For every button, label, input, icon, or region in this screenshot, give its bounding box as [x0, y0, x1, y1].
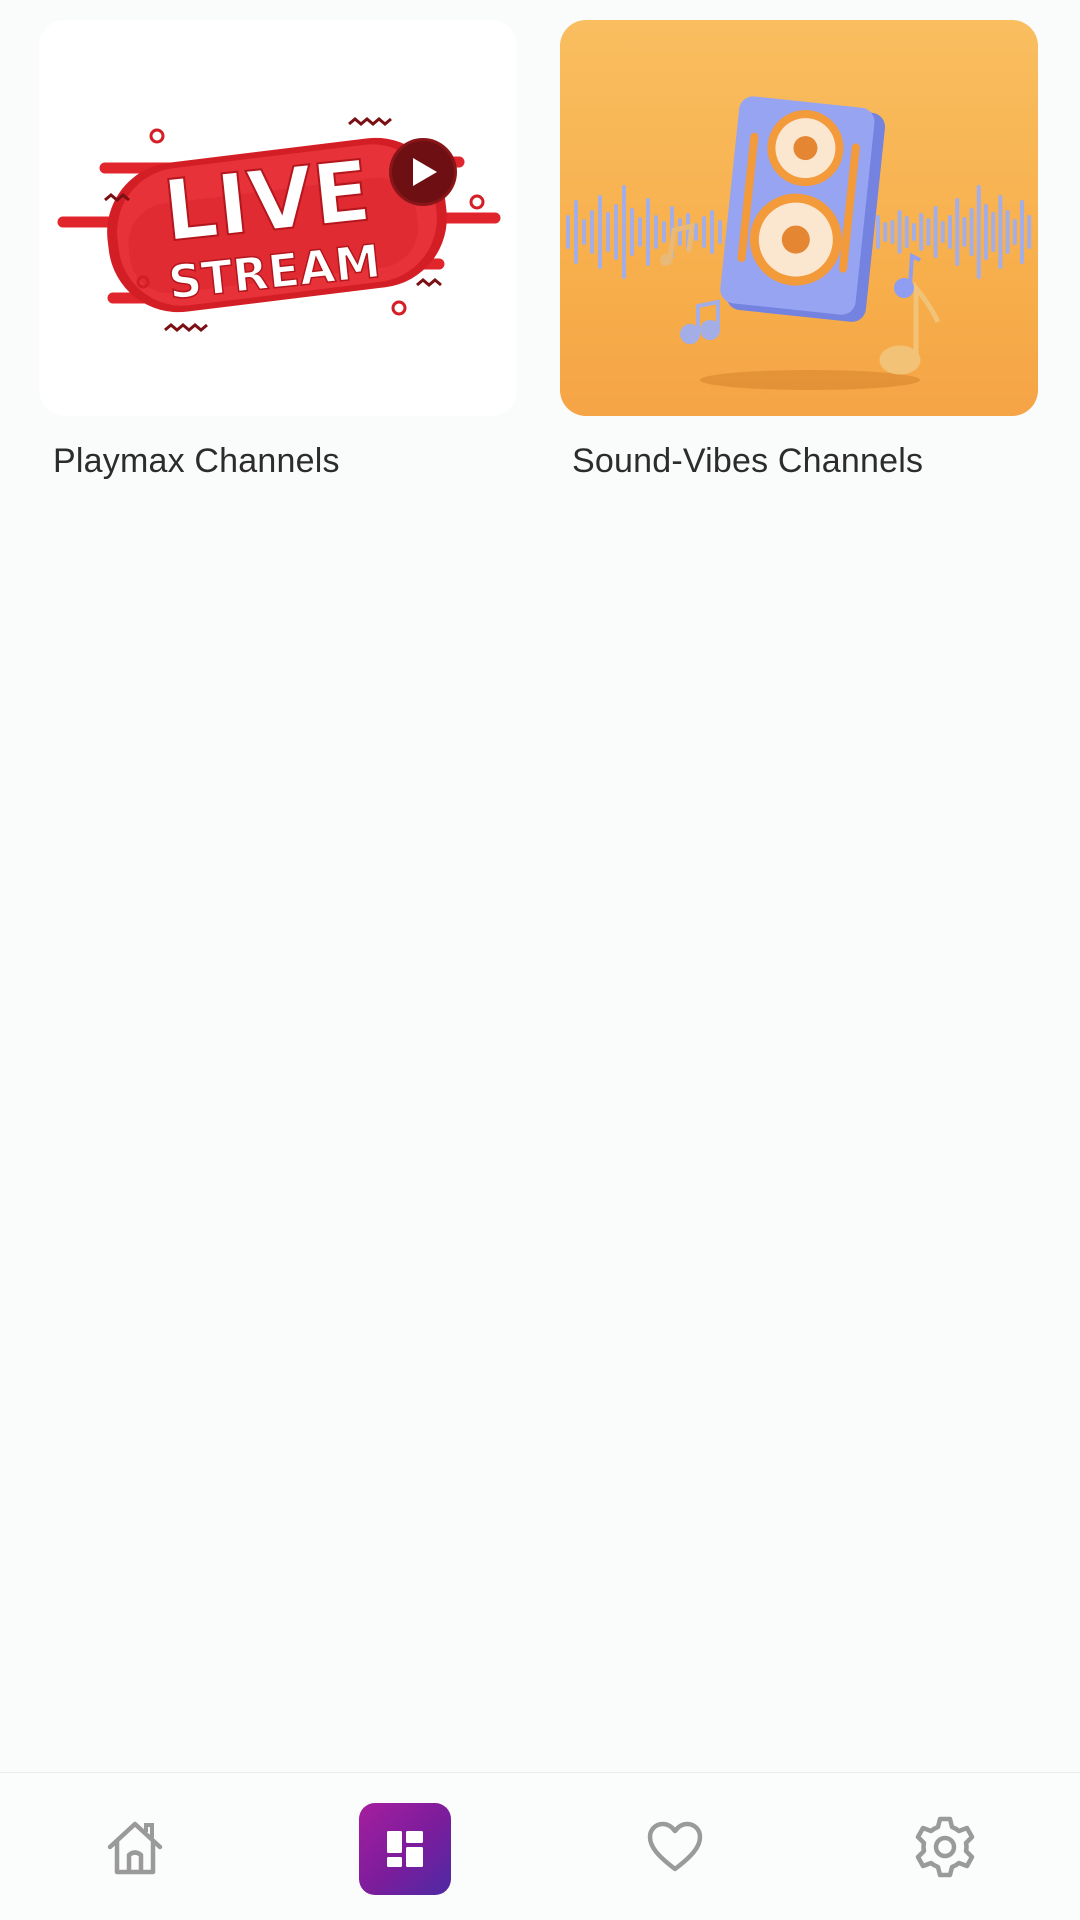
nav-favorites[interactable] — [540, 1773, 810, 1920]
bottom-navigation-bar — [0, 1772, 1080, 1920]
active-tab-indicator — [359, 1803, 451, 1895]
nav-home[interactable] — [0, 1773, 270, 1920]
channel-title: Sound-Vibes Channels — [572, 442, 924, 480]
channel-card-sound-vibes[interactable]: Sound-Vibes Channels — [560, 20, 1038, 481]
channel-thumbnail-speaker — [560, 20, 1038, 416]
home-icon — [107, 1821, 163, 1875]
app-screen: LIVE STREAM Playmax Channels Sound-Vibes… — [0, 0, 1080, 1920]
channel-card-playmax[interactable]: LIVE STREAM Playmax Channels — [39, 20, 517, 481]
live-stream-banner-icon: LIVE STREAM — [57, 117, 501, 332]
dashboard-icon — [387, 1831, 423, 1867]
channel-thumbnail-live-stream: LIVE STREAM — [39, 20, 517, 416]
gear-icon — [915, 1816, 975, 1878]
nav-settings[interactable] — [810, 1773, 1080, 1920]
channel-title: Playmax Channels — [53, 442, 340, 480]
nav-dashboard[interactable] — [270, 1773, 540, 1920]
speaker-with-music-notes-icon — [566, 96, 1032, 390]
heart-icon — [647, 1821, 703, 1872]
